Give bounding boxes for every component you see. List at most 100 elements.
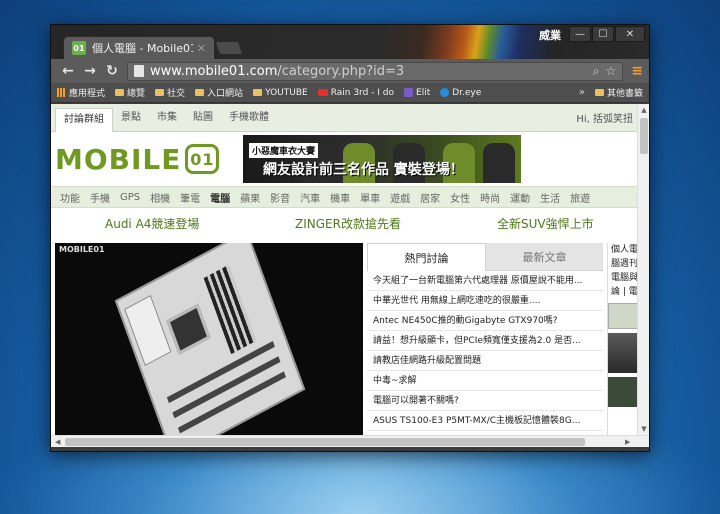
title-bar[interactable]: 01 個人電腦 - Mobile01 ✕ 威業 — ☐ ✕ [51,25,649,59]
category-item[interactable]: 影音 [265,190,295,205]
list-item[interactable]: Antec NE450C推的動Gigabyte GTX970嗎? [367,311,603,331]
topnav-forums[interactable]: 討論群組 [55,107,113,132]
close-window-button[interactable]: ✕ [615,26,645,42]
new-tab-button[interactable] [214,41,244,55]
bookmark-rain[interactable]: Rain 3rd - I do [317,88,394,98]
browser-menu-icon[interactable]: ≡ [631,63,643,79]
list-item[interactable]: 中毒~求解 [367,371,603,391]
browser-tab[interactable]: 01 個人電腦 - Mobile01 ✕ [63,36,215,59]
list-item[interactable]: 請益！想升級顯卡，但PCIe頻寬僅支援為2.0 是否... [367,331,603,351]
bookmark-other[interactable]: 其他書籤 [594,86,643,99]
hero-watermark: MOBILE01 [59,245,105,254]
browser-toolbar: ← → ↻ www.mobile01.com/category.php?id=3… [51,59,649,83]
category-item[interactable]: 手機 [85,190,115,205]
side-text[interactable]: 個人電 [608,243,639,257]
list-item[interactable]: 今天組了一台新電腦第六代處理器 原價屋說不能用... [367,271,603,291]
bookmark-apps[interactable]: 應用程式 [57,86,105,99]
logo-mark: 01 [185,144,220,174]
promo-link-audi[interactable]: Audi A4競速登場 [105,215,199,232]
profile-user-label[interactable]: 威業 [539,27,561,43]
side-text[interactable]: 腦週刊 [608,257,639,271]
side-thumbnail[interactable] [608,303,638,329]
folder-icon [253,89,263,96]
minimize-button[interactable]: — [569,26,591,42]
category-item[interactable]: GPS [115,192,145,203]
side-thumbnail[interactable] [608,333,638,373]
folder-icon [594,89,604,96]
mobile01-favicon-icon: 01 [72,41,86,55]
featured-image[interactable]: MOBILE01 [55,243,363,435]
category-item[interactable]: 功能 [55,190,85,205]
tab-close-icon[interactable]: ✕ [197,42,206,55]
scroll-down-icon[interactable]: ▼ [638,425,649,433]
category-item[interactable]: 汽車 [295,190,325,205]
page-content: 討論群組 景點 市集 貼圖 手機歌體 Hi, 括弧笑扭 MOBILE 01 小惡… [51,104,639,435]
site-top-nav: 討論群組 景點 市集 貼圖 手機歌體 Hi, 括弧笑扭 [51,104,639,132]
topnav-mobile-lyrics[interactable]: 手機歌體 [221,107,277,129]
scroll-up-icon[interactable]: ▲ [638,106,649,114]
reload-icon[interactable]: ↻ [101,63,123,79]
list-item[interactable]: 中華光世代 用無線上網吃速吃的很嚴重.... [367,291,603,311]
category-item[interactable]: 旅遊 [565,190,595,205]
side-thumbnail[interactable] [608,377,638,407]
banner-headline: 網友設計前三名作品 實裝登場！ [263,162,464,178]
folder-icon [115,89,125,96]
category-item[interactable]: 生活 [535,190,565,205]
tab-latest-articles[interactable]: 最新文章 [486,243,603,271]
back-arrow-icon[interactable]: ← [57,63,79,79]
bookmark-elit[interactable]: Elit [404,88,430,98]
bookmark-star-icon[interactable]: ☆ [606,64,617,79]
category-item[interactable]: 機車 [325,190,355,205]
search-icon[interactable]: ⌕ [593,64,600,79]
forum-list: 今天組了一台新電腦第六代處理器 原價屋說不能用... 中華光世代 用無線上網吃速… [367,271,603,431]
category-item[interactable]: 相機 [145,190,175,205]
category-item[interactable]: 遊戲 [385,190,415,205]
category-item[interactable]: 蘋果 [235,190,265,205]
list-item[interactable]: ASUS TS100-E3 P5MT-MX/C主機板記憶體裝8G... [367,411,603,431]
horizontal-scrollbar[interactable]: ◀ ▶ [51,435,649,447]
tab-hot-discussions[interactable]: 熱門討論 [367,243,486,271]
topnav-spots[interactable]: 景點 [113,107,149,129]
maximize-button[interactable]: ☐ [592,26,614,42]
bookmark-folder-social[interactable]: 社交 [155,86,185,99]
bookmark-dreye[interactable]: Dr.eye [440,88,481,98]
bookmark-folder-overview[interactable]: 總覽 [115,86,145,99]
page-icon [134,65,144,77]
address-bar[interactable]: www.mobile01.com/category.php?id=3 ⌕ ☆ [127,61,624,81]
banner-tagline: 小惡魔車衣大賽 [249,143,319,158]
category-item[interactable]: 單車 [355,190,385,205]
side-text[interactable]: 電腦與 [608,271,639,285]
user-greeting[interactable]: Hi, 括弧笑扭 [576,110,639,125]
category-item[interactable]: 運動 [505,190,535,205]
browser-window: 01 個人電腦 - Mobile01 ✕ 威業 — ☐ ✕ ← → ↻ www.… [50,24,650,452]
dreye-icon [440,88,450,97]
category-item[interactable]: 時尚 [475,190,505,205]
motherboard-image [114,243,306,435]
bookmark-folder-portals[interactable]: 入口網站 [195,86,243,99]
url-host: www.mobile01.com [150,63,278,79]
category-item-active[interactable]: 電腦 [205,190,235,205]
side-text[interactable]: 論 | 電 [608,285,639,299]
list-item[interactable]: 電腦可以開著不關嗎? [367,391,603,411]
topnav-market[interactable]: 市集 [149,107,185,129]
bookmark-folder-youtube[interactable]: YOUTUBE [253,88,308,98]
mobile01-logo[interactable]: MOBILE 01 [55,142,237,176]
category-item[interactable]: 女性 [445,190,475,205]
elit-icon [404,88,414,97]
promo-link-zinger[interactable]: ZINGER改款搶先看 [295,215,401,232]
bookmarks-overflow-button[interactable]: » [579,87,585,98]
horizontal-scroll-thumb[interactable] [65,438,585,446]
list-item[interactable]: 請教店佳網路升級配置問題 [367,351,603,371]
category-item[interactable]: 筆電 [175,190,205,205]
promo-link-suv[interactable]: 全新SUV強悍上市 [497,215,594,232]
category-item[interactable]: 居家 [415,190,445,205]
vertical-scroll-thumb[interactable] [640,118,648,154]
forward-arrow-icon[interactable]: → [79,63,101,79]
promo-links: Audi A4競速登場 ZINGER改款搶先看 全新SUV強悍上市 [51,210,639,236]
url-path: /category.php?id=3 [277,63,405,79]
window-controls: — ☐ ✕ [569,26,645,42]
ad-banner[interactable]: 小惡魔車衣大賽 網友設計前三名作品 實裝登場！ [243,135,521,183]
forum-panel: 熱門討論 最新文章 今天組了一台新電腦第六代處理器 原價屋說不能用... 中華光… [367,243,603,435]
vertical-scrollbar[interactable]: ▲ ▼ [637,104,649,435]
topnav-photos[interactable]: 貼圖 [185,107,221,129]
